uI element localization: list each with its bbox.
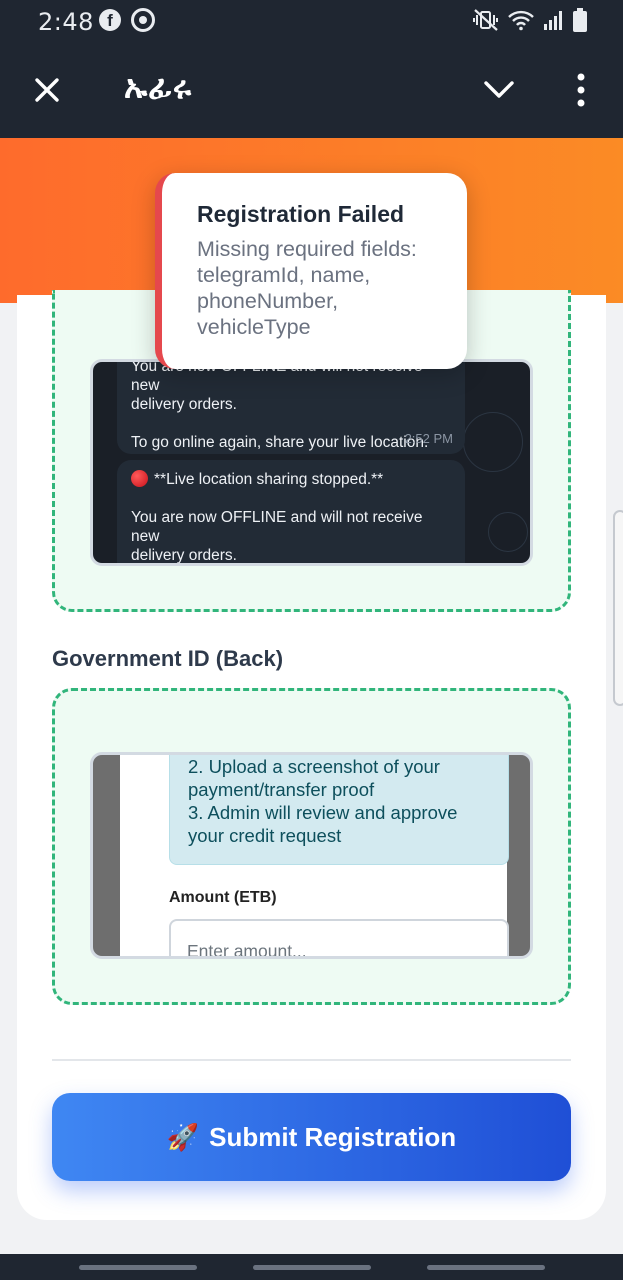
signal-icon (543, 9, 565, 36)
app-title: ኡፊሩ (124, 68, 193, 106)
edge-panel-handle[interactable] (613, 510, 623, 706)
rocket-icon: 🚀 (166, 1121, 200, 1152)
chat-message-text: **Live location sharing stopped.** You a… (131, 471, 423, 564)
nav-recents-button[interactable] (79, 1265, 197, 1270)
facebook-icon: f (99, 9, 121, 31)
amount-label: Amount (ETB) (169, 889, 277, 906)
submit-registration-button[interactable]: 🚀 Submit Registration (52, 1093, 571, 1181)
mute-vibrate-icon (473, 9, 499, 36)
submit-button-label: Submit Registration (209, 1121, 457, 1152)
doodle-decoration (488, 512, 528, 552)
instructions-box: 2. Upload a screenshot of your payment/t… (169, 755, 509, 865)
front-id-preview-image: You are now OFFLINE and will not receive… (90, 359, 533, 566)
red-circle-icon (131, 470, 148, 487)
back-id-preview-image: 2. Upload a screenshot of your payment/t… (90, 752, 533, 959)
chat-bubble: **Live location sharing stopped.** You a… (117, 460, 465, 564)
nav-home-button[interactable] (253, 1265, 371, 1270)
nav-back-button[interactable] (427, 1265, 545, 1270)
status-time: 2:48 (38, 8, 94, 36)
more-vert-icon[interactable] (570, 72, 592, 108)
wifi-icon (507, 9, 535, 36)
chat-message-time: 2:52 PM (404, 431, 453, 446)
doodle-decoration (463, 412, 523, 472)
toast-title: Registration Failed (197, 201, 405, 227)
chat-bubble: You are now OFFLINE and will not receive… (117, 359, 465, 454)
app-bar: ኡፊሩ (0, 42, 623, 138)
battery-icon (573, 8, 587, 37)
government-id-back-label: Government ID (Back) (52, 646, 284, 671)
close-icon[interactable] (30, 73, 64, 107)
amount-input (169, 919, 509, 956)
divider (52, 1059, 571, 1061)
toast-message: Missing required fields: telegramId, nam… (197, 237, 417, 339)
error-toast[interactable]: Registration Failed Missing required fie… (155, 173, 467, 369)
messenger-icon (131, 8, 155, 32)
chevron-down-icon[interactable] (482, 76, 516, 102)
status-bar: 2:48 f (0, 0, 623, 42)
screenshot-page: 2. Upload a screenshot of your payment/t… (120, 755, 509, 956)
status-icons (473, 8, 587, 37)
navigation-bar (0, 1254, 623, 1280)
instructions-text: 2. Upload a screenshot of your payment/t… (188, 756, 458, 846)
chat-message-text: You are now OFFLINE and will not receive… (131, 359, 429, 451)
